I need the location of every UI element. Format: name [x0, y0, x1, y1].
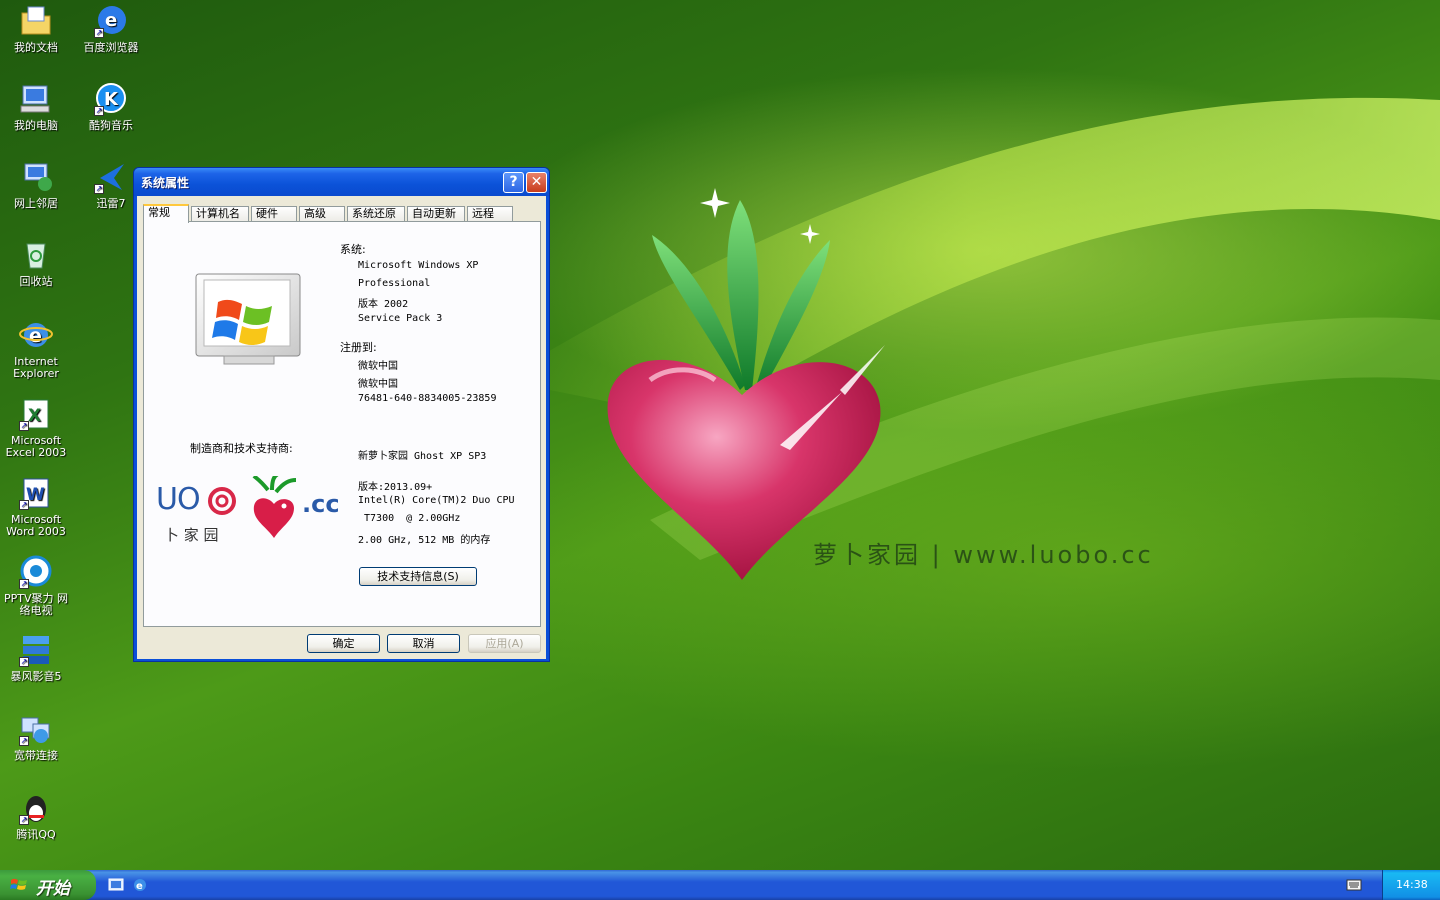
desktop-icon-network[interactable]: 网上邻居 [0, 160, 72, 210]
help-button[interactable]: ? [503, 172, 524, 193]
os-edition-line: Professional [358, 278, 431, 289]
windows-xp-logo-monitor-icon [195, 273, 301, 365]
tab-advanced[interactable]: 高级 [299, 206, 345, 222]
title-bar[interactable]: 系统属性 ? ✕ [134, 168, 549, 196]
desktop-icon-label: 暴风影音5 [10, 670, 62, 683]
desktop-icon-label: 回收站 [19, 275, 53, 288]
luobo-oem-logo: UO .cc 卜 家 园 [156, 476, 341, 552]
oem-logo-swirl [208, 487, 236, 515]
desktop-icon-baidu-browser[interactable]: e ↗ 百度浏览器 [75, 4, 147, 54]
desktop-icon-label: 腾讯QQ [16, 828, 56, 841]
registered-owner-line: 微软中国 [358, 361, 398, 372]
desktop-icon-label: PPTV聚力 网 络电视 [3, 592, 68, 617]
desktop-icon-word[interactable]: W ↗ Microsoft Word 2003 [0, 476, 72, 538]
desktop-icon-label: Microsoft Word 2003 [6, 513, 66, 538]
svg-text:e: e [105, 10, 117, 31]
memory-line: 2.00 GHz, 512 MB 的内存 [358, 535, 491, 546]
ie-icon: e [19, 318, 53, 352]
desktop-icon-excel[interactable]: X ↗ Microsoft Excel 2003 [0, 397, 72, 459]
tab-automatic-updates[interactable]: 自动更新 [407, 206, 465, 222]
service-pack-line: Service Pack 3 [358, 313, 443, 324]
oem-version-line: 版本:2013.09+ [358, 482, 433, 493]
close-button[interactable]: ✕ [526, 172, 547, 193]
desktop-icon-broadband[interactable]: ↗ 宽带连接 [0, 712, 72, 762]
start-label: 开始 [36, 879, 70, 899]
cpu-line-1: Intel(R) Core(TM)2 Duo CPU [358, 495, 515, 506]
system-label: 系统: [340, 243, 366, 256]
oem-logo-sub-text: 卜 家 园 [164, 526, 219, 544]
folder-documents-icon [19, 4, 53, 38]
support-info-button[interactable]: 技术支持信息(S) [359, 567, 477, 586]
ok-button[interactable]: 确定 [307, 634, 380, 653]
svg-text:e: e [136, 881, 143, 892]
general-tab-panel: 系统: Microsoft Windows XP Professional 版本… [143, 221, 541, 627]
network-icon [19, 160, 53, 194]
svg-text:X: X [28, 406, 41, 426]
clock[interactable]: 14:38 [1396, 878, 1428, 891]
product-id-line: 76481-640-8834005-23859 [358, 393, 497, 404]
oem-logo-main-text: UO [156, 482, 201, 517]
os-name-line: Microsoft Windows XP [358, 260, 479, 271]
registered-org-line: 微软中国 [358, 379, 398, 390]
dialog-client: 常规 计算机名 硬件 高级 系统还原 自动更新 远程 系统: Microsoft… [137, 196, 546, 659]
word-icon: W ↗ [19, 476, 53, 510]
oem-name-line: 新萝卜家园 Ghost XP SP3 [358, 451, 487, 462]
tab-general[interactable]: 常规 [143, 204, 189, 223]
excel-icon: X ↗ [19, 397, 53, 431]
oem-logo-radish-icon [252, 476, 297, 538]
baidu-browser-icon: e ↗ [94, 4, 128, 38]
oem-label: 制造商和技术支持商: [190, 442, 293, 455]
svg-text:K: K [104, 89, 119, 110]
pptv-icon: ↗ [19, 555, 53, 589]
my-computer-icon [19, 82, 53, 116]
desktop[interactable]: 萝卜家园 | www.luobo.cc 我的文档 e ↗ 百度浏览器 我的电脑 … [0, 0, 1440, 870]
desktop-icon-recycle-bin[interactable]: 回收站 [0, 238, 72, 288]
tab-system-restore[interactable]: 系统还原 [347, 206, 405, 222]
tab-hardware[interactable]: 硬件 [251, 206, 297, 222]
desktop-icon-baofeng[interactable]: ↗ 暴风影音5 [0, 633, 72, 683]
desktop-icon-label: 酷狗音乐 [89, 119, 133, 132]
oem-logo-suffix: .cc [302, 490, 340, 518]
windows-flag-icon [10, 878, 27, 890]
desktop-icon-kugou[interactable]: K ↗ 酷狗音乐 [75, 82, 147, 132]
ie-icon[interactable]: e [132, 877, 148, 893]
show-desktop-icon[interactable] [108, 877, 124, 893]
recycle-bin-icon [19, 238, 53, 272]
kugou-music-icon: K ↗ [94, 82, 128, 116]
desktop-icon-label: Internet Explorer [13, 355, 59, 380]
wallpaper-brand-text: 萝卜家园 | www.luobo.cc [813, 541, 1154, 569]
desktop-icon-label: 百度浏览器 [83, 41, 139, 54]
cpu-line-2: T7300 @ 2.00GHz [358, 513, 461, 524]
tab-remote[interactable]: 远程 [467, 206, 513, 222]
xunlei-icon: ↗ [94, 160, 128, 194]
tab-computer-name[interactable]: 计算机名 [191, 206, 249, 222]
qq-icon: ↗ [19, 791, 53, 825]
baofeng-icon: ↗ [19, 633, 53, 667]
desktop-icon-label: 网上邻居 [14, 197, 58, 210]
desktop-icon-pptv[interactable]: ↗ PPTV聚力 网 络电视 [0, 555, 72, 617]
os-version-line: 版本 2002 [358, 299, 409, 310]
desktop-icon-qq[interactable]: ↗ 腾讯QQ [0, 791, 72, 841]
desktop-icon-label: 我的电脑 [14, 119, 58, 132]
keyboard-icon[interactable] [1346, 878, 1362, 892]
desktop-icon-my-documents[interactable]: 我的文档 [0, 4, 72, 54]
desktop-icon-label: 我的文档 [14, 41, 58, 54]
desktop-icon-label: 宽带连接 [14, 749, 58, 762]
system-tray: 14:38 [1382, 870, 1440, 900]
broadband-icon: ↗ [19, 712, 53, 746]
apply-button[interactable]: 应用(A) [468, 634, 541, 653]
start-button[interactable]: 开始 [0, 870, 96, 900]
desktop-icon-my-computer[interactable]: 我的电脑 [0, 82, 72, 132]
cancel-button[interactable]: 取消 [387, 634, 460, 653]
window-title: 系统属性 [141, 176, 190, 190]
registered-label: 注册到: [340, 341, 377, 354]
desktop-icon-internet-explorer[interactable]: e Internet Explorer [0, 318, 72, 380]
taskbar: 开始 e 14:38 [0, 870, 1440, 900]
system-properties-window[interactable]: 系统属性 ? ✕ 常规 计算机名 硬件 高级 系统还原 自动更新 远程 系统: … [133, 167, 550, 662]
desktop-icon-label: Microsoft Excel 2003 [5, 434, 67, 459]
